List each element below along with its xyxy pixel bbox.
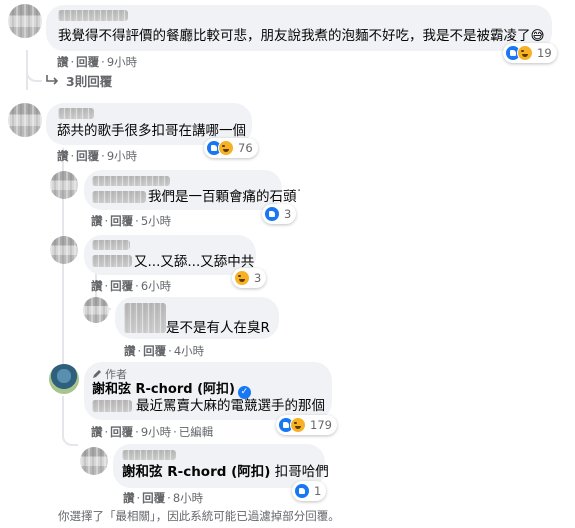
reply-actions: 讚 · 回覆 · 6小時: [91, 279, 172, 293]
reply-arrow-icon: [46, 75, 59, 85]
author-name-blurred[interactable]: [122, 450, 176, 460]
author-name-blurred[interactable]: [58, 10, 128, 21]
timestamp[interactable]: 9小時: [107, 55, 137, 69]
like-link[interactable]: 讚: [124, 344, 136, 358]
reply-link[interactable]: 回覆: [110, 279, 133, 293]
timestamp[interactable]: 8小時: [173, 491, 203, 505]
view-replies-label: 3則回覆: [66, 73, 113, 89]
timestamp[interactable]: 9小時: [107, 149, 137, 163]
reply-link[interactable]: 回覆: [76, 55, 99, 69]
reply-actions: 讚 · 回覆 · 8小時: [123, 491, 204, 505]
timestamp[interactable]: 9小時: [141, 425, 171, 439]
edited-label[interactable]: 已編輯: [179, 425, 214, 439]
reaction-count: 3: [254, 271, 262, 285]
avatar[interactable]: [83, 297, 109, 323]
author-name-blurred[interactable]: [124, 303, 166, 333]
timestamp[interactable]: 4小時: [174, 344, 204, 358]
reply-link[interactable]: 回覆: [110, 425, 133, 439]
reaction-summary[interactable]: 3: [232, 268, 267, 288]
reply-actions: 讚 · 回覆 · 4小時: [124, 344, 205, 358]
comment-actions: 讚 · 回覆 · 9小時: [57, 55, 138, 69]
timestamp[interactable]: 6小時: [141, 279, 171, 293]
reply-actions: 讚 · 回覆 · 9小時 · 已編輯: [91, 425, 214, 439]
haha-reaction-icon: [234, 270, 250, 286]
haha-reaction-icon: [218, 140, 234, 156]
author-name-blurred[interactable]: [92, 191, 146, 203]
author-name-text: 謝和弦 R-chord (阿扣): [92, 382, 235, 397]
reaction-summary[interactable]: 3: [262, 204, 297, 224]
reply-link[interactable]: 回覆: [142, 491, 165, 505]
author-name-blurred[interactable]: [92, 240, 130, 250]
mention-blurred[interactable]: [92, 400, 132, 412]
author-name-blurred[interactable]: [92, 176, 170, 186]
reaction-summary[interactable]: 1: [292, 481, 327, 501]
reaction-count: 179: [310, 418, 332, 432]
mention-link[interactable]: 謝和弦 R-chord (阿扣): [122, 464, 270, 480]
avatar[interactable]: [50, 171, 78, 199]
author-name-blurred[interactable]: [92, 255, 132, 267]
more-options-icon[interactable]: ···: [286, 183, 302, 199]
reply-link[interactable]: 回覆: [143, 344, 166, 358]
thread-connector: [62, 430, 78, 446]
comment-text: 我覺得不得評價的餐廳比較可悲，朋友說我煮的泡麵不好吃，我是不是被霸凌了😅: [58, 28, 545, 44]
reply-content: 謝和弦 R-chord (阿扣) 扣哥哈們: [122, 463, 329, 481]
haha-reaction-icon: [517, 45, 533, 61]
author-avatar[interactable]: [49, 364, 79, 394]
author-badge-label: 作者: [105, 368, 127, 381]
reaction-count: 1: [314, 484, 322, 498]
like-reaction-icon: [264, 206, 280, 222]
avatar[interactable]: [8, 103, 42, 137]
like-link[interactable]: 讚: [91, 425, 103, 439]
filter-note: 你選擇了「最相關」，因此系統可能已過濾掉部分回覆。: [58, 509, 340, 523]
reaction-count: 19: [537, 46, 552, 60]
reaction-summary[interactable]: 179: [276, 415, 337, 435]
like-reaction-icon: [294, 483, 310, 499]
avatar[interactable]: [50, 236, 78, 264]
like-link[interactable]: 讚: [57, 149, 69, 163]
author-name-blurred[interactable]: [58, 108, 94, 119]
like-link[interactable]: 讚: [91, 214, 103, 228]
reply-text: 最近罵賣大麻的電競選手的那個: [136, 398, 325, 414]
avatar[interactable]: [80, 447, 108, 475]
like-link[interactable]: 讚: [123, 491, 135, 505]
reaction-summary[interactable]: 76: [204, 138, 258, 158]
thread-connector: [26, 66, 42, 82]
like-link[interactable]: 讚: [57, 55, 69, 69]
reaction-count: 76: [238, 141, 253, 155]
reaction-count: 3: [284, 207, 292, 221]
reaction-summary[interactable]: 19: [503, 43, 557, 63]
reply-link[interactable]: 回覆: [110, 214, 133, 228]
reply-text: 是不是有人在臭R: [166, 320, 270, 336]
avatar[interactable]: [8, 4, 42, 38]
haha-reaction-icon: [290, 417, 306, 433]
reply-link[interactable]: 回覆: [76, 149, 99, 163]
timestamp[interactable]: 5小時: [141, 214, 171, 228]
author-badge: 作者: [92, 366, 127, 382]
pencil-icon: [93, 370, 101, 378]
reply-text: 扣哥哈們: [274, 464, 329, 480]
reply-actions: 讚 · 回覆 · 5小時: [91, 214, 172, 228]
comment-actions: 讚 · 回覆 · 9小時: [57, 149, 138, 163]
like-link[interactable]: 讚: [91, 279, 103, 293]
view-replies-link[interactable]: 3則回覆: [46, 72, 113, 89]
